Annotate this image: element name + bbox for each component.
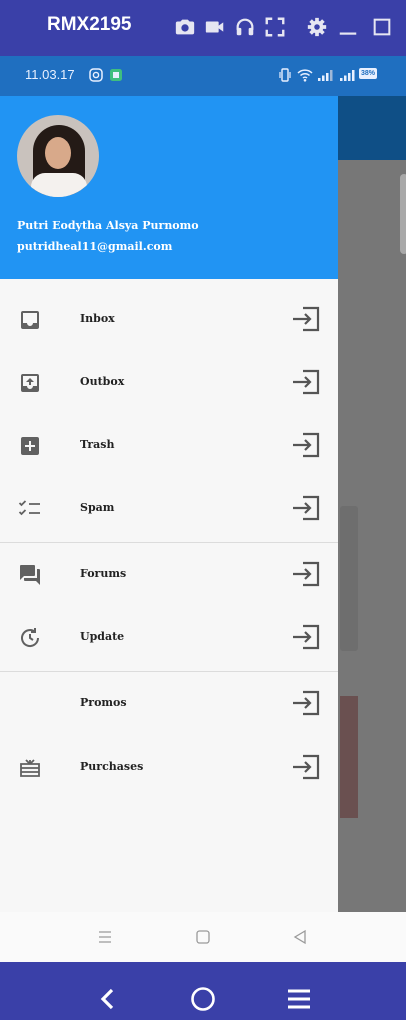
drawer-item-label: Forums bbox=[80, 567, 127, 580]
fullscreen-icon[interactable] bbox=[264, 16, 286, 38]
drawer-item-label: Outbox bbox=[80, 375, 125, 388]
battery-indicator: 38% bbox=[359, 68, 378, 79]
background-card bbox=[340, 506, 358, 651]
drawer-item-purchases[interactable]: Purchases bbox=[0, 736, 338, 799]
background-app-bar bbox=[338, 96, 406, 160]
headphones-icon[interactable] bbox=[234, 16, 256, 38]
forum-icon bbox=[20, 565, 40, 585]
drawer-item-label: Inbox bbox=[80, 312, 115, 325]
drawer-item-label: Purchases bbox=[80, 760, 144, 773]
menu-icon[interactable] bbox=[286, 986, 312, 1012]
phone-navigation-bar bbox=[0, 912, 406, 962]
trash-plus-icon bbox=[21, 437, 39, 455]
drawer-item-trash[interactable]: Trash bbox=[0, 414, 338, 477]
gear-icon[interactable] bbox=[306, 16, 328, 38]
account-email: putridheal11@gmail.com bbox=[17, 240, 173, 253]
login-arrow-icon[interactable] bbox=[291, 754, 321, 780]
drawer-item-inbox[interactable]: Inbox bbox=[0, 288, 338, 351]
background-card bbox=[340, 696, 358, 818]
drawer-item-label: Promos bbox=[80, 696, 127, 709]
login-arrow-icon[interactable] bbox=[291, 432, 321, 458]
maximize-icon[interactable] bbox=[371, 16, 393, 38]
signal-icon bbox=[318, 70, 333, 81]
phone-screen: 11.03.17 38% Putri Eodytha Alsya Purnomo… bbox=[0, 56, 406, 962]
login-arrow-icon[interactable] bbox=[291, 561, 321, 587]
back-icon[interactable] bbox=[95, 986, 121, 1012]
login-arrow-icon[interactable] bbox=[291, 369, 321, 395]
drawer-item-outbox[interactable]: Outbox bbox=[0, 351, 338, 414]
drawer-item-promos[interactable]: Promos bbox=[0, 672, 338, 735]
notification-app-icon bbox=[110, 69, 122, 81]
background-scroll-handle bbox=[400, 174, 406, 254]
drawer-item-label: Spam bbox=[80, 501, 115, 514]
drawer-item-spam[interactable]: Spam bbox=[0, 477, 338, 540]
login-arrow-icon[interactable] bbox=[291, 306, 321, 332]
recents-icon[interactable] bbox=[97, 929, 113, 945]
vibrate-icon bbox=[279, 68, 291, 82]
signal-icon bbox=[340, 70, 355, 81]
status-time: 11.03.17 bbox=[25, 67, 75, 82]
drawer-item-update[interactable]: Update bbox=[0, 606, 338, 669]
drawer-item-forums[interactable]: Forums bbox=[0, 543, 338, 606]
gift-card-icon bbox=[20, 759, 40, 777]
emulator-bottom-bar bbox=[0, 962, 406, 1020]
drawer-item-label: Update bbox=[80, 630, 125, 643]
back-triangle-icon[interactable] bbox=[292, 929, 308, 945]
device-name: RMX2195 bbox=[47, 14, 132, 35]
outbox-icon bbox=[21, 374, 39, 392]
minimize-icon[interactable] bbox=[337, 16, 359, 38]
emulator-toolbar: RMX2195 bbox=[0, 0, 406, 56]
drawer-header: Putri Eodytha Alsya Purnomo putridheal11… bbox=[0, 96, 338, 279]
drawer-item-label: Trash bbox=[80, 438, 115, 451]
checklist-icon bbox=[18, 500, 40, 516]
account-name: Putri Eodytha Alsya Purnomo bbox=[17, 219, 199, 232]
status-bar: 11.03.17 38% bbox=[0, 56, 406, 96]
update-icon bbox=[21, 628, 40, 647]
instagram-icon bbox=[89, 68, 103, 82]
inbox-icon bbox=[21, 311, 39, 329]
wifi-icon bbox=[297, 69, 313, 82]
video-camera-icon[interactable] bbox=[204, 16, 226, 38]
camera-icon[interactable] bbox=[174, 16, 196, 38]
avatar[interactable] bbox=[17, 115, 99, 197]
navigation-drawer: Putri Eodytha Alsya Purnomo putridheal11… bbox=[0, 96, 338, 912]
login-arrow-icon[interactable] bbox=[291, 690, 321, 716]
home-square-icon[interactable] bbox=[195, 929, 211, 945]
home-icon[interactable] bbox=[190, 986, 216, 1012]
login-arrow-icon[interactable] bbox=[291, 624, 321, 650]
login-arrow-icon[interactable] bbox=[291, 495, 321, 521]
